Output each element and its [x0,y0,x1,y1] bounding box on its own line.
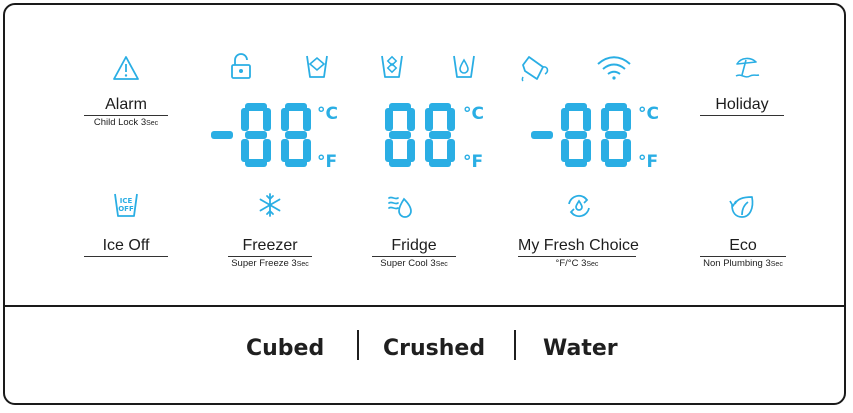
lock-icon [231,53,251,79]
water-cup-icon [306,55,328,78]
cool-air-icon [388,196,412,218]
segment-b [407,108,415,131]
ice-off-icon: ICE OFF [114,193,138,217]
segment-g [531,131,553,139]
alarm-underline [84,115,168,116]
pitcher-icon [521,56,549,82]
fridge-label: Fridge [391,237,437,254]
segment-e [601,139,609,162]
segment-e [561,139,569,162]
eco-label: Eco [729,237,757,254]
fridge-unit-c: °C [463,104,484,124]
fridge-underline [372,256,456,257]
my-fresh-choice-sub: °F/°C 3Sec [555,258,599,269]
dispenser-separator [514,330,516,360]
alarm-sub: Child Lock 3Sec [93,117,159,128]
ice-off-button[interactable]: Ice Off [84,237,168,258]
segment-c [407,139,415,162]
fridge-button[interactable]: Fridge Super Cool 3Sec [372,237,456,270]
cubed-button[interactable]: Cubed [246,336,324,361]
freezer-unit-c: °C [317,104,338,124]
alarm-button[interactable]: Alarm Child Lock 3Sec [84,96,168,129]
segment-b [583,108,591,131]
segment-b [303,108,311,131]
svg-text:OFF: OFF [118,205,134,213]
segment-b [263,108,271,131]
segment-g [565,131,587,139]
segment-g [245,131,267,139]
segment-g [285,131,307,139]
wifi-icon [597,56,631,80]
segment-g [429,131,451,139]
freezer-label: Freezer [242,237,298,254]
freezer-unit-f: °F [317,152,338,172]
segment-c [263,139,271,162]
holiday-label: Holiday [715,96,769,113]
water-drop-cup-icon [453,55,475,78]
ice-off-underline [84,256,168,257]
fresh-temp-display [531,103,631,167]
eco-underline [700,256,786,257]
fresh-unit-f: °F [638,152,659,172]
fridge-temp-display [385,103,455,167]
freezer-button[interactable]: Freezer Super Freeze 3Sec [228,237,312,270]
fridge-unit-f: °F [463,152,484,172]
holiday-button[interactable]: Holiday [700,96,784,117]
segment-e [281,139,289,162]
segment-c [303,139,311,162]
dispenser-separator [357,330,359,360]
fridge-sub: Super Cool 3Sec [380,258,448,269]
segment-f [601,108,609,131]
fresh-choice-icon [568,194,590,218]
panel-divider [5,305,844,307]
my-fresh-choice-label: My Fresh Choice [518,237,639,254]
segment-b [623,108,631,131]
segment-f [385,108,393,131]
segment-g [389,131,411,139]
segment-c [583,139,591,162]
freezer-underline [228,256,312,257]
eco-sub: Non Plumbing 3Sec [703,258,783,269]
segment-g [211,131,233,139]
beach-umbrella-icon [735,57,760,78]
warning-icon [113,56,139,80]
segment-f [561,108,569,131]
segment-f [241,108,249,131]
eco-leaf-icon [729,196,754,218]
freezer-sub: Super Freeze 3Sec [231,258,309,269]
segment-g [605,131,627,139]
segment-c [447,139,455,162]
crushed-button[interactable]: Crushed [383,336,485,361]
segment-b [447,108,455,131]
my-fresh-choice-button[interactable]: My Fresh Choice °F/°C 3Sec [518,237,639,270]
fresh-unit-c: °C [638,104,659,124]
water-button[interactable]: Water [543,336,618,361]
segment-f [281,108,289,131]
segment-c [623,139,631,162]
my-fresh-choice-underline [518,256,636,257]
segment-e [241,139,249,162]
freezer-temp-display [211,103,311,167]
segment-e [425,139,433,162]
eco-button[interactable]: Eco Non Plumbing 3Sec [700,237,786,270]
ice-cup-icon [381,55,403,78]
ice-off-label: Ice Off [102,237,150,254]
snowflake-icon [259,193,281,217]
segment-e [385,139,393,162]
holiday-underline [700,115,784,116]
alarm-label: Alarm [105,96,147,113]
svg-text:ICE: ICE [120,197,133,205]
segment-f [425,108,433,131]
